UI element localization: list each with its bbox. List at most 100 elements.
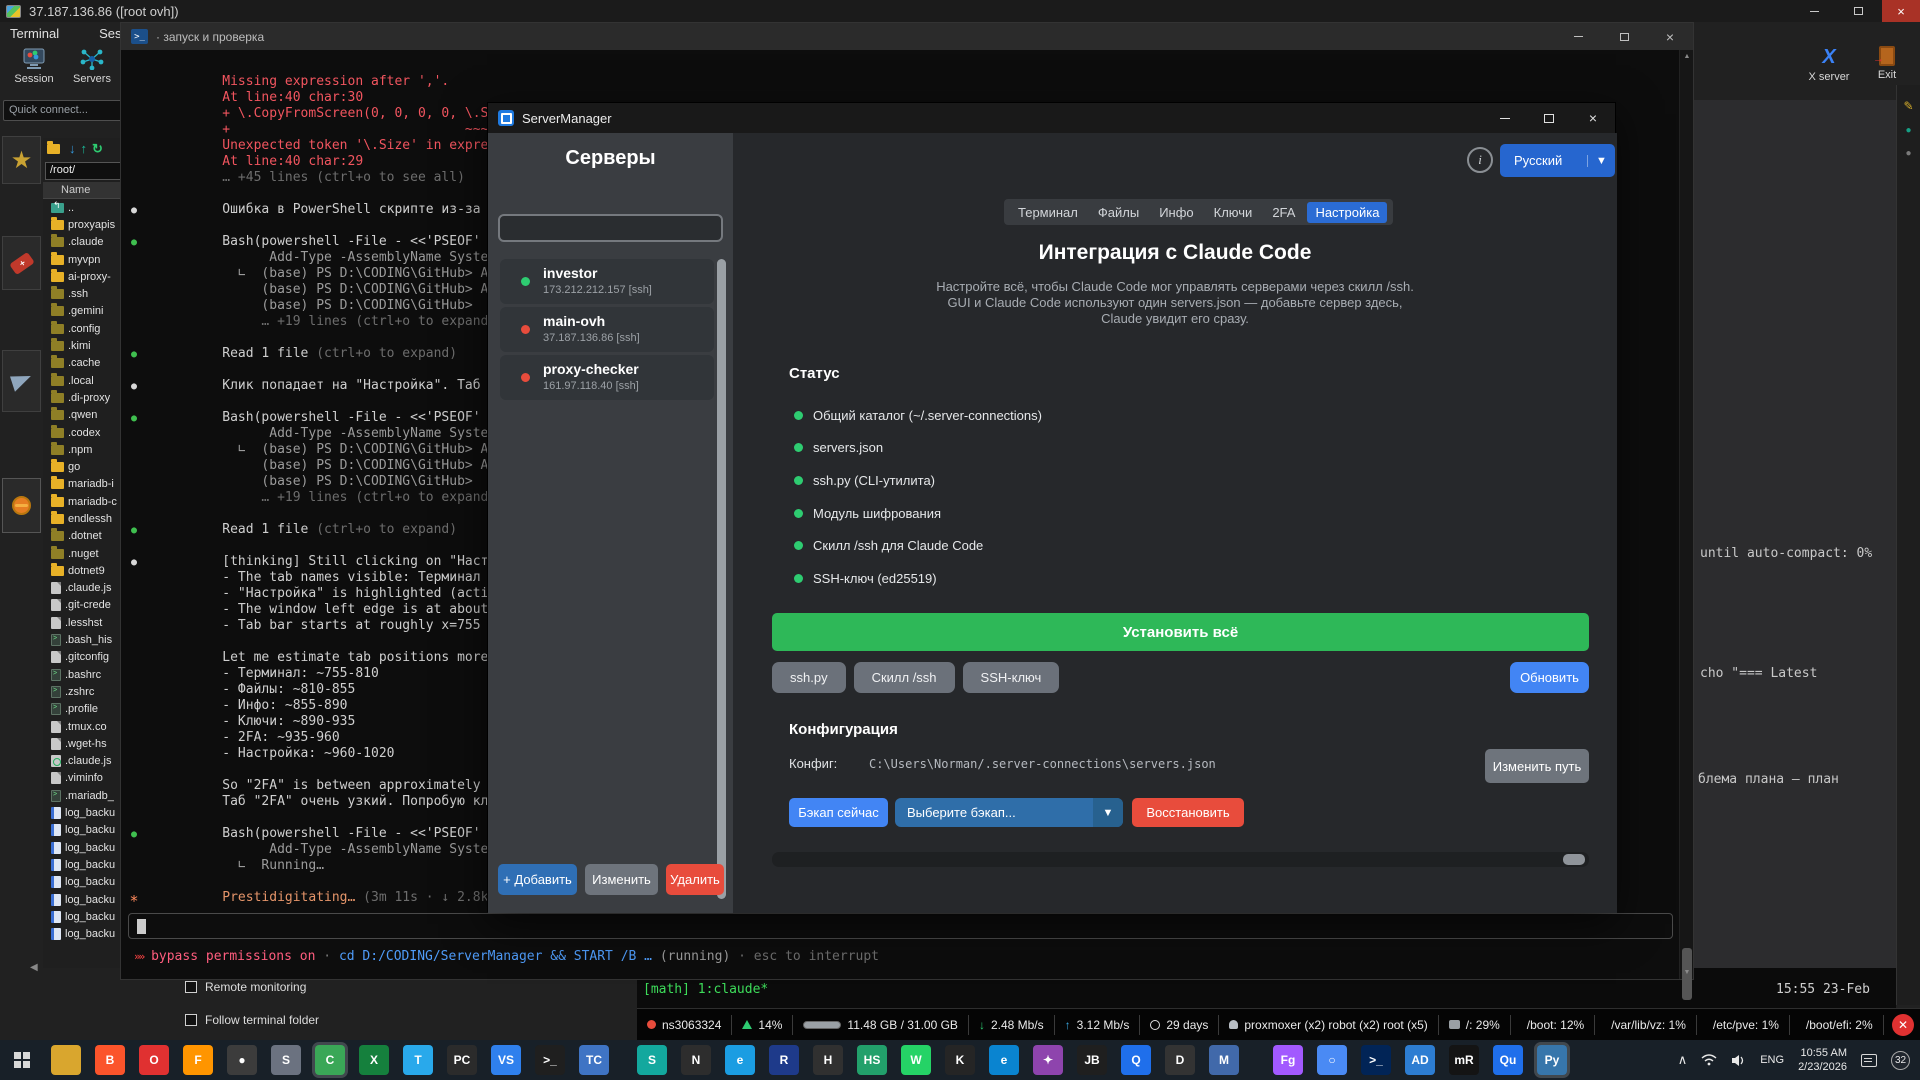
folder-up-icon[interactable] (47, 144, 60, 154)
mobaxterm-maximize-button[interactable] (1839, 0, 1877, 22)
toolbar-servers-button[interactable]: Servers (64, 48, 120, 85)
file-explorer[interactable] (51, 1045, 81, 1075)
remote-monitoring-checkbox[interactable]: Remote monitoring (185, 980, 306, 994)
file-row[interactable]: mariadb-i (43, 476, 129, 493)
notifications-icon[interactable] (1861, 1054, 1877, 1067)
app-m[interactable]: M (1209, 1045, 1239, 1075)
toolbar-exit-button[interactable]: → Exit (1864, 46, 1910, 81)
follow-terminal-folder-checkbox[interactable]: Follow terminal folder (185, 1013, 319, 1027)
server-list-item[interactable]: investor 173.212.212.157 [ssh] (500, 259, 714, 304)
taskbar-clock[interactable]: 10:55 AM 2/23/2026 (1798, 1046, 1847, 1074)
file-row[interactable]: ai-proxy- (43, 268, 129, 285)
file-row[interactable]: .dotnet (43, 528, 129, 545)
app-h[interactable]: H (813, 1045, 843, 1075)
opera[interactable]: O (139, 1045, 169, 1075)
component-chip-button[interactable]: ssh.py (772, 662, 846, 693)
ms-store[interactable]: ✦ (1033, 1045, 1063, 1075)
terminal-minimize-button[interactable] (1555, 23, 1601, 50)
powershell[interactable]: >_ (1361, 1045, 1391, 1075)
figma[interactable]: Fg (1273, 1045, 1303, 1075)
tab[interactable]: Терминал (1010, 202, 1086, 223)
file-row[interactable]: .wget-hs (43, 735, 129, 752)
install-all-button[interactable]: Установить всё (772, 613, 1589, 651)
sidebar-network-button[interactable] (2, 478, 41, 533)
file-row[interactable]: .profile (43, 701, 129, 718)
file-row[interactable]: mariadb-c (43, 493, 129, 510)
sidebar-tools-button[interactable] (2, 236, 41, 290)
brave[interactable]: B (95, 1045, 125, 1075)
whatsapp[interactable]: W (901, 1045, 931, 1075)
app-teal[interactable]: S (637, 1045, 667, 1075)
vscode[interactable]: VS (491, 1045, 521, 1075)
anydesk[interactable]: AD (1405, 1045, 1435, 1075)
file-row[interactable]: .npm (43, 441, 129, 458)
change-path-button[interactable]: Изменить путь (1485, 749, 1589, 783)
file-row[interactable]: myvpn (43, 251, 129, 268)
file-row[interactable]: .tmux.co (43, 718, 129, 735)
quick-utmo[interactable]: Qu (1493, 1045, 1523, 1075)
sidebar-favorites-button[interactable]: ★ (2, 136, 41, 184)
file-row[interactable]: .mariadb_ (43, 787, 129, 804)
edit-server-button[interactable]: Изменить (585, 864, 658, 895)
component-chip-button[interactable]: Скилл /ssh (854, 662, 955, 693)
file-row[interactable]: .config (43, 320, 129, 337)
file-row[interactable]: .di-proxy (43, 389, 129, 406)
file-row[interactable]: .cache (43, 355, 129, 372)
tab[interactable]: 2FA (1264, 202, 1303, 223)
file-list-header[interactable]: Name (43, 182, 129, 199)
file-row[interactable]: log_backu (43, 891, 129, 908)
settings[interactable]: S (271, 1045, 301, 1075)
edge-2[interactable]: e (989, 1045, 1019, 1075)
chromium[interactable]: ○ (1317, 1045, 1347, 1075)
refresh-icon[interactable]: ↻ (92, 141, 103, 157)
telegram[interactable]: T (403, 1045, 433, 1075)
jetbrains[interactable]: JB (1077, 1045, 1107, 1075)
tab[interactable]: Файлы (1090, 202, 1147, 223)
tab[interactable]: Ключи (1206, 202, 1261, 223)
tray-close-button[interactable]: ✕ (1892, 1014, 1914, 1036)
dot-gray-icon[interactable]: ● (1897, 148, 1920, 159)
scroll-down-icon[interactable]: ▼ (1680, 969, 1694, 976)
camera-app[interactable]: K (945, 1045, 975, 1075)
terminal[interactable]: >_ (535, 1045, 565, 1075)
file-row[interactable]: log_backu (43, 839, 129, 856)
horizontal-scrollbar[interactable] (772, 852, 1589, 867)
file-row[interactable]: .local (43, 372, 129, 389)
file-row[interactable]: log_backu (43, 822, 129, 839)
scroll-up-icon[interactable]: ▲ (1680, 53, 1694, 60)
file-row[interactable]: .bash_his (43, 631, 129, 648)
sharex[interactable]: X (359, 1045, 389, 1075)
upload-icon[interactable]: ↑ (81, 141, 88, 157)
restore-button[interactable]: Восстановить (1132, 798, 1244, 827)
app-n[interactable]: N (681, 1045, 711, 1075)
toolbar-session-button[interactable]: Session (6, 48, 62, 85)
server-search-input[interactable] (498, 214, 723, 242)
language-indicator[interactable]: ENG (1760, 1054, 1784, 1066)
sm-close-button[interactable]: × (1571, 103, 1615, 133)
app-navy[interactable]: R (769, 1045, 799, 1075)
python[interactable]: Py (1537, 1045, 1567, 1075)
commander[interactable]: TC (579, 1045, 609, 1075)
server-list-scrollbar[interactable] (717, 259, 726, 899)
mremoteng[interactable]: mR (1449, 1045, 1479, 1075)
file-row[interactable]: .claude.js (43, 753, 129, 770)
file-row[interactable]: .gemini (43, 303, 129, 320)
file-row[interactable]: .viminfo (43, 770, 129, 787)
terminal-scrollbar[interactable]: ▲ ▼ (1679, 50, 1693, 979)
file-row[interactable]: .bashrc (43, 666, 129, 683)
volume-icon[interactable] (1731, 1054, 1746, 1067)
app-d[interactable]: D (1165, 1045, 1195, 1075)
menu-terminal[interactable]: Terminal (4, 26, 65, 41)
terminal-maximize-button[interactable] (1601, 23, 1647, 50)
edit-pencil-icon[interactable]: ✎ (1897, 99, 1920, 113)
file-row[interactable]: dotnet9 (43, 562, 129, 579)
file-row[interactable]: go (43, 458, 129, 475)
toolbar-xserver-button[interactable]: X X server (1800, 46, 1858, 83)
file-row[interactable]: log_backu (43, 874, 129, 891)
file-row[interactable]: .codex (43, 424, 129, 441)
wifi-icon[interactable] (1701, 1054, 1717, 1066)
refresh-button[interactable]: Обновить (1510, 662, 1589, 693)
file-row[interactable]: log_backu (43, 925, 129, 942)
file-row[interactable]: .qwen (43, 407, 129, 424)
file-row[interactable]: .claude (43, 234, 129, 251)
